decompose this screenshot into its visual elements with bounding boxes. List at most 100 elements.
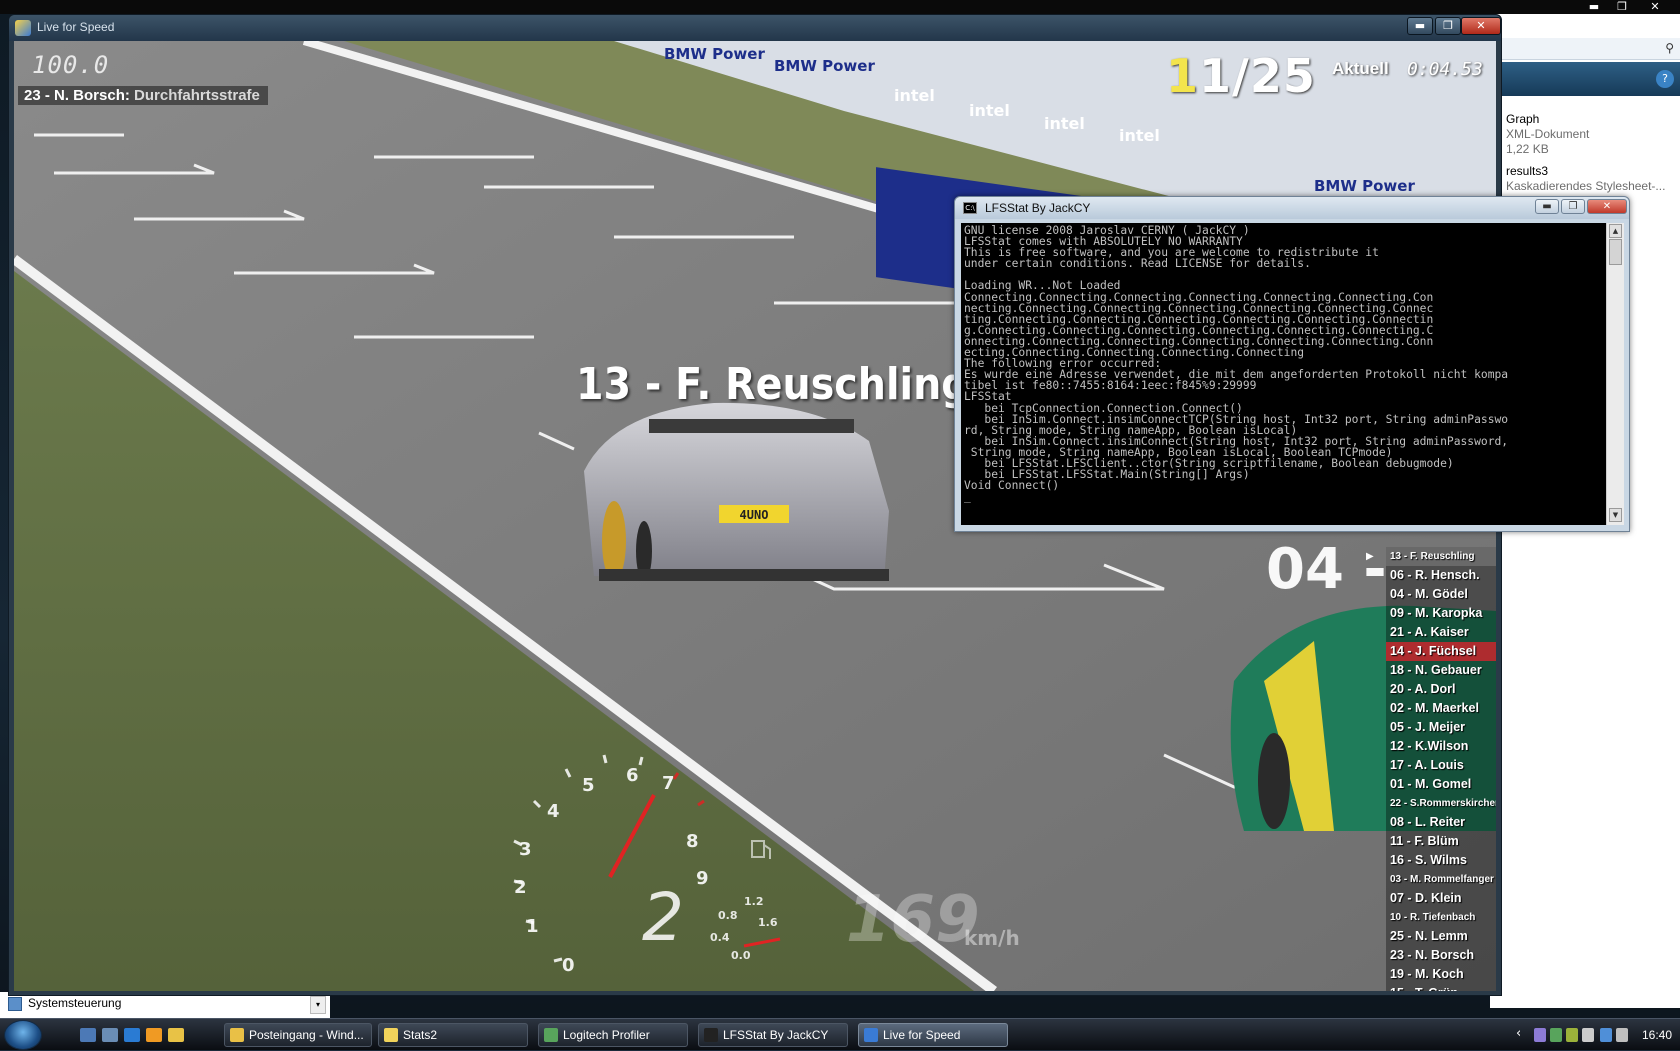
penalty-driver: 23 - N. Borsch: xyxy=(24,87,130,104)
task-label: Posteingang - Wind... xyxy=(249,1028,364,1042)
standings-list: 13 - F. Reuschling 06 - R. Hensch. 04 - M.… xyxy=(1386,547,1496,991)
intel-logo: intel xyxy=(969,101,1010,120)
tach-tick-2: 2 xyxy=(514,877,527,898)
console-close-button[interactable]: ✕ xyxy=(1587,199,1627,214)
tach-tick-0: 0 xyxy=(562,955,575,976)
standings-row: 02 - M. Maerkel xyxy=(1386,699,1496,718)
scroll-down-arrow[interactable]: ▼ xyxy=(1609,508,1622,522)
file-item-graph[interactable]: Graph XML-Dokument 1,22 KB xyxy=(1506,112,1589,157)
bmw-power-banner: BMW Power xyxy=(774,57,875,75)
background-maximize-button[interactable]: ❐ xyxy=(1610,0,1634,14)
task-app-icon xyxy=(864,1028,878,1042)
help-icon[interactable]: ? xyxy=(1656,70,1674,88)
task-app-icon xyxy=(704,1028,718,1042)
file-item-results3[interactable]: results3 Kaskadierendes Stylesheet-... xyxy=(1506,164,1665,194)
scroll-thumb[interactable] xyxy=(1609,239,1622,265)
console-titlebar[interactable]: C:\ LFSStat By JackCY ▬ ❐ ✕ xyxy=(955,197,1629,219)
turbo-tick-4: 1.6 xyxy=(758,916,778,929)
clock[interactable]: 16:40 xyxy=(1642,1028,1672,1042)
console-app-icon: C:\ xyxy=(963,202,977,214)
scroll-up-arrow[interactable]: ▲ xyxy=(1609,224,1622,238)
tach-tick-9: 9 xyxy=(696,868,709,889)
taskbar-button[interactable]: Posteingang - Wind... xyxy=(224,1023,372,1047)
turbo-tick-3: 1.2 xyxy=(744,895,764,908)
console-line: Connecting.Connecting.Connecting.Connect… xyxy=(964,290,1434,304)
position-rest: 1/25 xyxy=(1199,49,1316,103)
tray-icon-misc[interactable] xyxy=(1582,1028,1594,1042)
console-text: GNU license 2008 Jaroslav CERNY ( JackCY… xyxy=(964,224,1508,504)
tach-tick-3: 3 xyxy=(519,839,532,860)
console-maximize-button[interactable]: ❐ xyxy=(1561,199,1585,214)
standings-arrow-icon: ▶ xyxy=(1366,551,1374,562)
lfs-app-icon xyxy=(15,20,31,36)
tray-icon-logitech[interactable] xyxy=(1550,1028,1562,1042)
tach-tick-8: 8 xyxy=(686,831,699,852)
task-app-icon xyxy=(544,1028,558,1042)
tach-tick-1: 1 xyxy=(526,916,539,937)
system-tray: ‹ 16:40 xyxy=(1516,1019,1680,1051)
standings-row: 23 - N. Borsch xyxy=(1386,946,1496,965)
hud-big-driver-number: 04 - xyxy=(1266,537,1387,602)
hud-current-time: 0:04.53 xyxy=(1407,59,1483,80)
explorer-search-box[interactable]: ⚲ xyxy=(1490,38,1680,60)
game-window-title: Live for Speed xyxy=(37,20,115,34)
console-minimize-button[interactable]: ▬ xyxy=(1535,199,1559,214)
task-label: Stats2 xyxy=(403,1028,438,1042)
task-app-icon xyxy=(384,1028,398,1042)
media-player-icon[interactable] xyxy=(146,1028,162,1042)
tach-tick-4: 4 xyxy=(547,801,560,822)
control-panel-icon xyxy=(8,997,22,1011)
task-label: Live for Speed xyxy=(883,1028,961,1042)
show-desktop-icon[interactable] xyxy=(80,1028,96,1042)
minimize-button[interactable]: ▬ xyxy=(1407,17,1433,35)
network-icon[interactable] xyxy=(1600,1028,1612,1042)
standings-row: 15 - T. Grün xyxy=(1386,984,1496,991)
console-line: bei TcpConnection.Connection.Connect() xyxy=(964,401,1243,415)
hud-lap-distance: 100.0 xyxy=(32,51,110,79)
lfs-launch-icon[interactable] xyxy=(168,1028,184,1042)
close-button[interactable]: ✕ xyxy=(1461,17,1501,35)
tach-tick-7: 7 xyxy=(662,773,675,794)
hud-position: 11/25 xyxy=(1166,49,1316,103)
search-icon[interactable]: ⚲ xyxy=(1665,41,1674,55)
background-minimize-button[interactable]: ▬ xyxy=(1582,0,1606,14)
tach-tick-5: 5 xyxy=(582,775,595,796)
file-type: XML-Dokument xyxy=(1506,127,1590,141)
console-line: _ xyxy=(964,490,971,504)
standings-row: 04 - M. Gödel xyxy=(1386,585,1496,604)
task-app-icon xyxy=(230,1028,244,1042)
intel-logo: intel xyxy=(894,86,935,105)
taskbar: Posteingang - Wind... Stats2 Logitech Prof… xyxy=(0,1018,1680,1050)
console-window-title: LFSStat By JackCY xyxy=(985,201,1091,215)
taskbar-button[interactable]: LFSStat By JackCY xyxy=(698,1023,848,1047)
console-output[interactable]: GNU license 2008 Jaroslav CERNY ( JackCY… xyxy=(961,223,1606,525)
tray-icon-app[interactable] xyxy=(1566,1028,1578,1042)
position-lead: 1 xyxy=(1166,49,1200,103)
maximize-button[interactable]: ❐ xyxy=(1435,17,1461,35)
intel-logo: intel xyxy=(1044,114,1085,133)
tray-icon-headset[interactable] xyxy=(1534,1028,1546,1042)
standings-row: 05 - J. Meijer xyxy=(1386,718,1496,737)
nav-scroll-down[interactable]: ▾ xyxy=(310,996,326,1014)
ie-icon[interactable] xyxy=(124,1028,140,1042)
switch-windows-icon[interactable] xyxy=(102,1028,118,1042)
console-scrollbar[interactable]: ▲ ▼ xyxy=(1606,223,1624,525)
tray-expand-arrow[interactable]: ‹ xyxy=(1516,1026,1521,1041)
volume-icon[interactable] xyxy=(1616,1028,1628,1042)
standings-row: 21 - A. Kaiser xyxy=(1386,623,1496,642)
taskbar-button[interactable]: Live for Speed xyxy=(858,1023,1008,1047)
race-car-13: 4UNO xyxy=(584,402,889,581)
turbo-tick-1: 0.4 xyxy=(710,931,730,944)
taskbar-button[interactable]: Logitech Profiler xyxy=(538,1023,688,1047)
taskbar-button[interactable]: Stats2 xyxy=(378,1023,528,1047)
tach-tick-6: 6 xyxy=(626,765,639,786)
bmw-power-banner: BMW Power xyxy=(1314,177,1415,195)
game-titlebar[interactable]: Live for Speed ▬ ❐ ✕ xyxy=(9,15,1501,41)
intel-logo: intel xyxy=(1119,126,1160,145)
console-line: Loading WR...Not Loaded xyxy=(964,279,1121,293)
start-button[interactable] xyxy=(4,1020,42,1050)
penalty-type: Durchfahrtsstrafe xyxy=(134,87,260,104)
standings-row: 11 - F. Blüm xyxy=(1386,832,1496,851)
nav-item-systemsteuerung[interactable]: Systemsteuerung xyxy=(28,996,121,1010)
background-close-button[interactable]: ✕ xyxy=(1643,0,1667,14)
